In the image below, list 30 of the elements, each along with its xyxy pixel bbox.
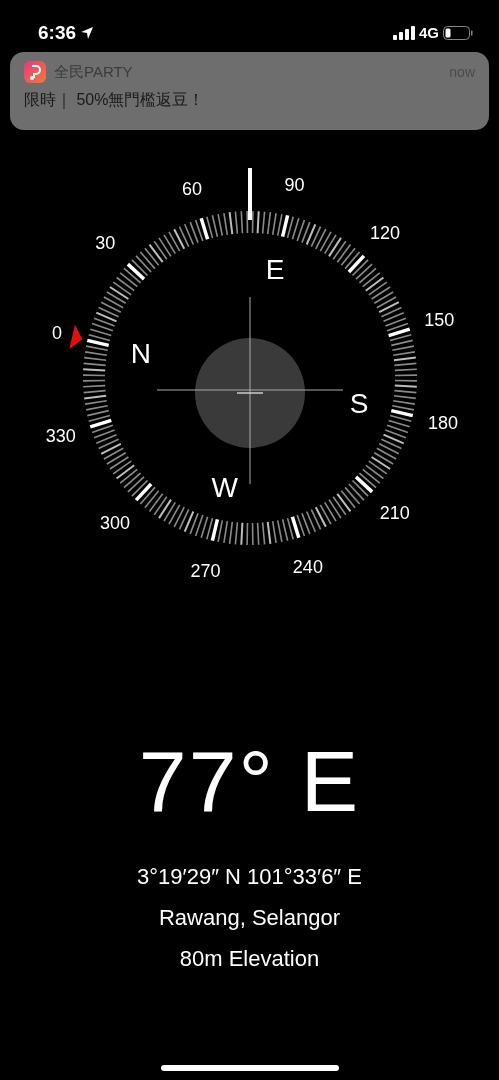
- coordinates-text: 3°19′29″ N 101°33′6″ E: [137, 863, 362, 891]
- location-name: Rawang, Selangor: [159, 904, 340, 932]
- network-type: 4G: [419, 22, 439, 43]
- degree-label: 210: [379, 503, 410, 524]
- heading-reading: 77° E: [138, 738, 361, 824]
- battery-icon: [443, 26, 473, 40]
- degree-label: 120: [370, 223, 401, 244]
- clock-time: 6:36: [38, 20, 77, 45]
- degree-label: 300: [99, 512, 130, 533]
- degree-label: 150: [424, 310, 455, 331]
- elevation-text: 80m Elevation: [179, 945, 320, 973]
- cardinal-label: S: [349, 388, 369, 420]
- degree-label: 180: [427, 412, 458, 433]
- degree-label: 90: [284, 175, 305, 196]
- degree-label: 330: [45, 425, 76, 446]
- notification-message: 限時｜ 50%無門檻返豆！: [24, 89, 206, 111]
- location-arrow-icon: [80, 26, 95, 40]
- app-icon: [24, 61, 46, 84]
- home-indicator[interactable]: [160, 1065, 339, 1071]
- cardinal-label: W: [211, 472, 238, 504]
- cardinal-label: E: [265, 253, 285, 285]
- degree-label: 240: [292, 557, 323, 578]
- heading-indicator: [248, 168, 252, 220]
- cardinal-label: N: [130, 337, 151, 369]
- degree-label: 0: [52, 323, 63, 344]
- north-marker: [69, 324, 83, 350]
- degree-label: 270: [190, 560, 221, 581]
- degree-label: 60: [182, 178, 203, 199]
- signal-icon: [393, 26, 415, 40]
- degree-label: 30: [95, 232, 116, 253]
